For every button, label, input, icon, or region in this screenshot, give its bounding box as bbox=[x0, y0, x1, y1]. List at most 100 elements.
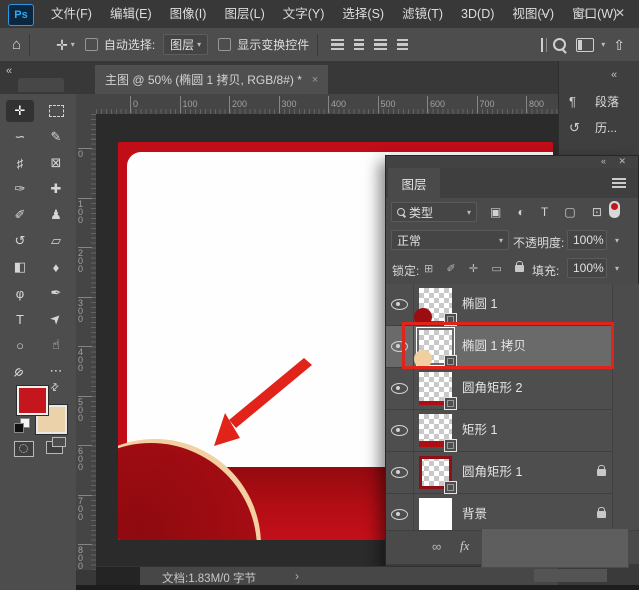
visibility-toggle[interactable] bbox=[386, 494, 414, 535]
home-icon[interactable]: ⌂ bbox=[12, 38, 21, 52]
filter-adjustment-layer-icon[interactable]: ◐ bbox=[518, 205, 525, 219]
horizontal-ruler[interactable]: 0100200300400500600700800 bbox=[96, 94, 558, 115]
chevron-down-icon[interactable]: ▾ bbox=[71, 40, 75, 49]
paint-bucket-tool[interactable]: ◧ bbox=[6, 256, 34, 278]
menu-select[interactable]: 选择(S) bbox=[333, 0, 393, 28]
menu-filter[interactable]: 滤镜(T) bbox=[393, 0, 452, 28]
close-tab-icon[interactable]: × bbox=[312, 74, 318, 86]
blur-tool[interactable]: ♦ bbox=[42, 256, 70, 278]
dodge-tool[interactable]: φ bbox=[6, 282, 34, 304]
brush-tool[interactable]: ✐ bbox=[6, 204, 34, 226]
quick-mask-icon[interactable] bbox=[14, 441, 34, 457]
chevron-down-icon[interactable]: ▾ bbox=[615, 236, 619, 245]
path-selection-tool[interactable]: ➤ bbox=[38, 301, 73, 336]
lock-position-icon[interactable]: ✛ bbox=[469, 262, 478, 275]
rectangular-marquee-tool[interactable] bbox=[42, 100, 70, 122]
screen-mode-icon[interactable] bbox=[46, 441, 63, 454]
opacity-field[interactable]: 100% bbox=[567, 230, 607, 250]
lock-all-icon[interactable] bbox=[515, 265, 524, 272]
layer-thumbnail[interactable] bbox=[419, 288, 452, 321]
layer-row[interactable]: 圆角矩形 2 bbox=[386, 368, 639, 410]
auto-select-dropdown[interactable]: 图层 ▾ bbox=[163, 34, 208, 55]
panel-menu-icon[interactable] bbox=[612, 178, 626, 188]
close-panel-icon[interactable]: ✕ bbox=[618, 156, 626, 167]
blend-mode-dropdown[interactable]: 正常 ▾ bbox=[391, 230, 509, 250]
filter-smart-object-icon[interactable]: ⊡ bbox=[592, 205, 602, 219]
move-tool-icon[interactable]: ✛ bbox=[56, 38, 68, 52]
collapse-dock-icon[interactable]: « bbox=[611, 69, 617, 81]
visibility-toggle[interactable] bbox=[386, 410, 414, 451]
menu-type[interactable]: 文字(Y) bbox=[274, 0, 334, 28]
eraser-tool[interactable]: ▱ bbox=[42, 230, 70, 252]
close-button[interactable]: ✕ bbox=[601, 0, 639, 28]
crop-tool[interactable]: ♯ bbox=[6, 152, 34, 174]
default-foreground-swatch[interactable] bbox=[14, 423, 24, 433]
quick-selection-tool[interactable]: ✎ bbox=[42, 126, 70, 148]
document-tab[interactable]: 主图 @ 50% (椭圆 1 拷贝, RGB/8#) * × bbox=[95, 65, 328, 94]
pen-tool[interactable]: ✒ bbox=[42, 282, 70, 304]
layer-thumbnail[interactable] bbox=[419, 372, 452, 405]
clone-stamp-tool[interactable]: ♟ bbox=[42, 204, 70, 226]
layer-thumbnail[interactable] bbox=[419, 414, 452, 447]
move-tool[interactable]: ✛ bbox=[6, 100, 34, 122]
healing-brush-tool[interactable]: ✚ bbox=[42, 178, 70, 200]
auto-select-checkbox[interactable] bbox=[85, 38, 98, 51]
zoom-level-field[interactable] bbox=[96, 567, 140, 587]
chevron-down-icon[interactable]: ▾ bbox=[615, 264, 619, 273]
ruler-origin-corner[interactable] bbox=[76, 94, 97, 115]
menu-layer[interactable]: 图层(L) bbox=[215, 0, 273, 28]
zoom-tool[interactable]: φ bbox=[2, 353, 37, 388]
distribute-icon[interactable] bbox=[397, 39, 408, 50]
ellipse-tool[interactable]: ○ bbox=[6, 334, 34, 356]
layer-row[interactable]: 矩形 1 bbox=[386, 410, 639, 452]
filter-toggle-icon[interactable] bbox=[609, 201, 620, 218]
collapse-panel-icon[interactable]: « bbox=[601, 156, 606, 166]
filter-pixel-layer-icon[interactable]: ▣ bbox=[490, 205, 501, 219]
foreground-color-swatch[interactable] bbox=[17, 386, 48, 415]
align-center-icon[interactable] bbox=[354, 39, 364, 50]
filter-type-dropdown[interactable]: 类型 ▾ bbox=[391, 202, 477, 222]
status-chevron-icon[interactable]: › bbox=[295, 569, 299, 583]
filter-shape-layer-icon[interactable]: ▢ bbox=[564, 205, 575, 219]
lasso-tool[interactable]: ∽ bbox=[6, 126, 34, 148]
menu-image[interactable]: 图像(I) bbox=[161, 0, 216, 28]
collapse-toolbar-icon[interactable]: « bbox=[6, 65, 12, 77]
tab-layers[interactable]: 图层 bbox=[388, 168, 440, 198]
layer-name[interactable]: 椭圆 1 bbox=[462, 284, 497, 325]
layer-name[interactable]: 圆角矩形 1 bbox=[462, 452, 522, 493]
layer-style-fx-icon[interactable]: fx bbox=[460, 538, 469, 554]
visibility-toggle[interactable] bbox=[386, 284, 414, 325]
menu-3d[interactable]: 3D(D) bbox=[452, 0, 503, 28]
layer-name[interactable]: 圆角矩形 2 bbox=[462, 368, 522, 409]
link-layers-icon[interactable]: ∞ bbox=[432, 539, 441, 554]
fill-field[interactable]: 100% bbox=[567, 258, 607, 278]
vertical-ruler[interactable]: 0100200300400500600700800 bbox=[76, 114, 97, 570]
align-right-icon[interactable] bbox=[374, 39, 387, 50]
type-tool[interactable]: T bbox=[6, 308, 34, 330]
align-left-icon[interactable] bbox=[331, 39, 344, 50]
history-brush-tool[interactable]: ↺ bbox=[6, 230, 34, 252]
chevron-down-icon[interactable]: ▾ bbox=[601, 40, 605, 49]
layer-name[interactable]: 矩形 1 bbox=[462, 410, 497, 451]
minimize-button[interactable]: – bbox=[525, 0, 563, 28]
hand-tool[interactable]: ☝ bbox=[42, 334, 70, 356]
share-icon[interactable]: ⇧ bbox=[613, 38, 625, 52]
lock-artboard-icon[interactable]: ▭ bbox=[491, 262, 501, 275]
filter-type-layer-icon[interactable]: T bbox=[541, 205, 548, 219]
layer-thumbnail[interactable] bbox=[419, 498, 452, 531]
eyedropper-tool[interactable]: ✑ bbox=[6, 178, 34, 200]
search-icon[interactable] bbox=[553, 38, 566, 51]
layer-thumbnail[interactable] bbox=[419, 456, 452, 489]
panel-button-history[interactable]: ↺ 历... bbox=[569, 119, 617, 136]
frame-tool[interactable]: ⊠ bbox=[42, 152, 70, 174]
maximize-button[interactable]: □ bbox=[563, 0, 601, 28]
show-transform-checkbox[interactable] bbox=[218, 38, 231, 51]
menu-edit[interactable]: 编辑(E) bbox=[101, 0, 161, 28]
menu-file[interactable]: 文件(F) bbox=[42, 0, 101, 28]
workspace-icon[interactable] bbox=[576, 38, 594, 52]
panel-button-paragraph[interactable]: ¶ 段落 bbox=[569, 93, 619, 110]
lock-image-pixels-icon[interactable]: ✐ bbox=[446, 262, 455, 275]
layer-row[interactable]: 圆角矩形 1 bbox=[386, 452, 639, 494]
lock-transparent-pixels-icon[interactable]: ⊞ bbox=[424, 262, 433, 275]
layer-row[interactable]: 椭圆 1 bbox=[386, 284, 639, 326]
